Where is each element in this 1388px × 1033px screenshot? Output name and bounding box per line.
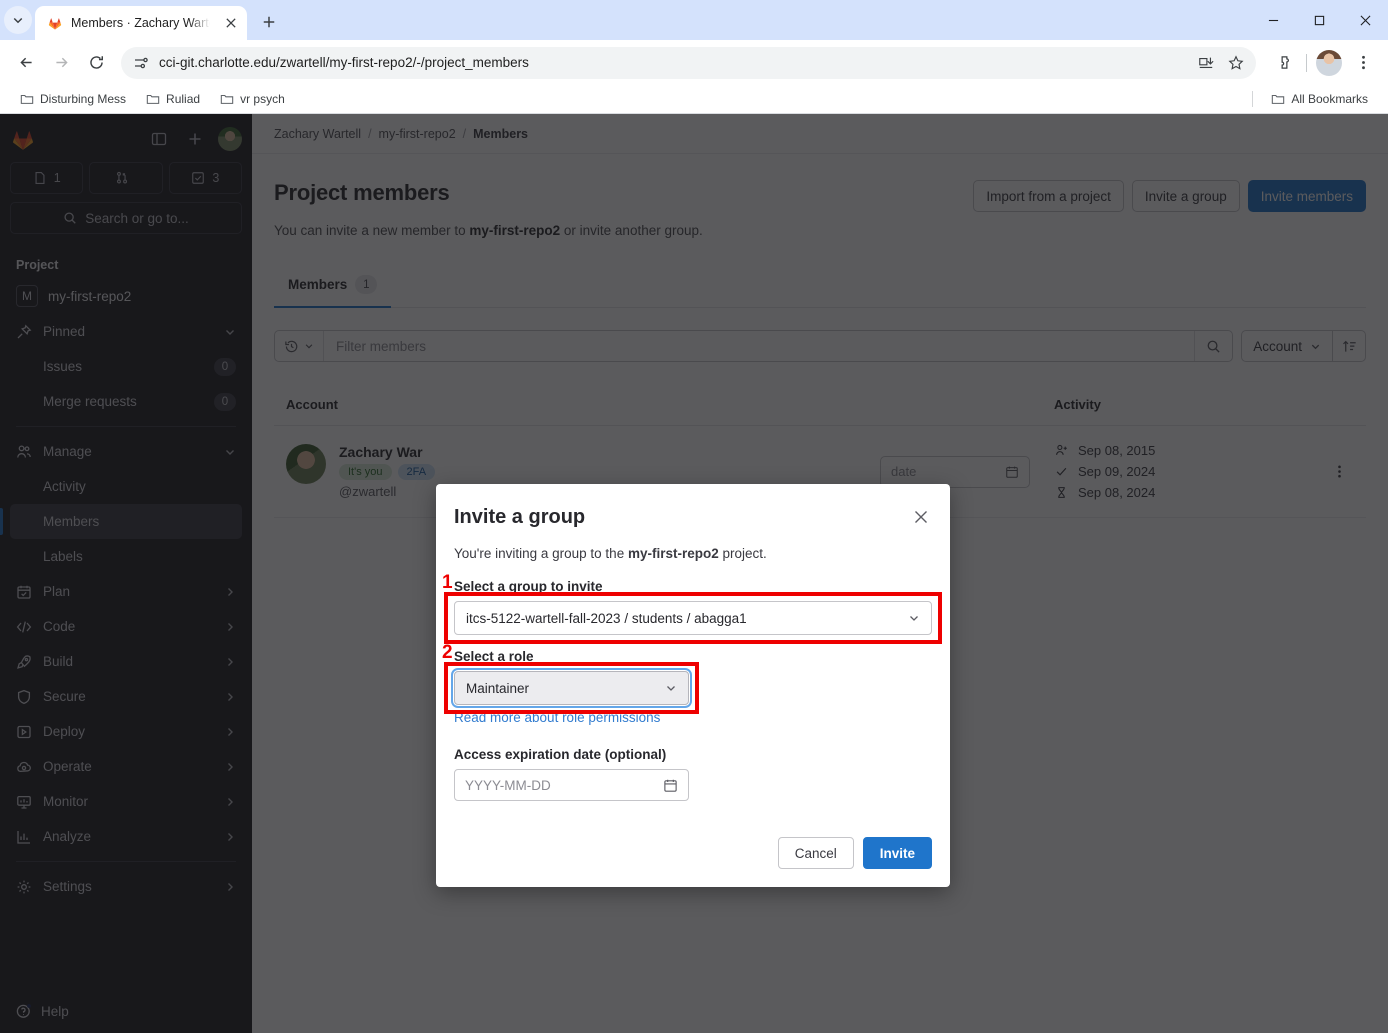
tab-search-button[interactable] — [4, 6, 32, 34]
invite-group-modal: Invite a group You're inviting a group t… — [436, 484, 950, 887]
select-group-dropdown[interactable]: itcs-5122-wartell-fall-2023 / students /… — [454, 601, 932, 635]
bookmark-label: vr psych — [240, 92, 285, 106]
install-app-icon[interactable] — [1192, 49, 1220, 77]
profile-avatar[interactable] — [1314, 48, 1344, 78]
close-window-button[interactable] — [1342, 0, 1388, 40]
close-icon[interactable] — [910, 506, 932, 528]
all-bookmarks-button[interactable]: All Bookmarks — [1263, 88, 1376, 110]
gitlab-favicon — [48, 18, 62, 30]
select-group-label: Select a group to invite — [454, 579, 603, 594]
select-group-value: itcs-5122-wartell-fall-2023 / students /… — [466, 610, 747, 626]
bookmark-item[interactable]: Ruliad — [138, 88, 208, 110]
browser-menu-icon[interactable] — [1348, 48, 1378, 78]
app-viewport: 1 3 Search o — [0, 114, 1388, 1033]
select-role-label: Select a role — [454, 649, 534, 664]
bookmark-label: Disturbing Mess — [40, 92, 127, 106]
minimize-button[interactable] — [1250, 0, 1296, 40]
forward-button[interactable] — [45, 47, 77, 79]
all-bookmarks-label: All Bookmarks — [1291, 92, 1368, 106]
annotation-number-1: 1 — [442, 572, 453, 593]
chevron-down-icon — [667, 686, 675, 691]
extensions-icon[interactable] — [1269, 48, 1299, 78]
folder-icon — [1272, 94, 1285, 104]
bookmarks-divider — [1252, 91, 1254, 107]
cancel-button[interactable]: Cancel — [777, 837, 854, 869]
modal-description-project: my-first-repo2 — [627, 546, 719, 561]
modal-description: You're inviting a group to the my-first-… — [454, 546, 932, 561]
back-button[interactable] — [10, 47, 42, 79]
bookmarks-bar: Disturbing Mess Ruliad vr psych All Book… — [0, 85, 1388, 114]
modal-description-post: project. — [718, 546, 767, 561]
bookmark-item[interactable]: vr psych — [212, 88, 293, 110]
window-controls — [1250, 0, 1388, 40]
read-more-role-permissions-link[interactable]: Read more about role permissions — [454, 710, 932, 725]
annotation-number-2: 2 — [442, 642, 453, 663]
browser-toolbar: cci-git.charlotte.edu/zwartell/my-first-… — [0, 40, 1388, 85]
new-tab-button[interactable] — [255, 8, 283, 36]
address-bar[interactable]: cci-git.charlotte.edu/zwartell/my-first-… — [121, 46, 1256, 79]
maximize-button[interactable] — [1296, 0, 1342, 40]
reload-button[interactable] — [80, 47, 112, 79]
access-expiration-input[interactable]: YYYY-MM-DD — [454, 769, 689, 801]
tab-close-button[interactable] — [221, 13, 241, 33]
select-role-value: Maintainer — [466, 680, 530, 696]
calendar-icon[interactable] — [663, 778, 678, 793]
bookmark-item[interactable]: Disturbing Mess — [12, 88, 134, 110]
invite-button[interactable]: Invite — [862, 837, 932, 869]
browser-tab-strip: Members · Zachary Wartell / my — [0, 0, 1388, 40]
browser-tab-title: Members · Zachary Wartell / my — [71, 16, 213, 30]
bookmark-label: Ruliad — [166, 92, 201, 106]
select-role-dropdown[interactable]: Maintainer — [451, 668, 692, 708]
modal-description-pre: You're inviting a group to the — [454, 546, 628, 561]
bookmark-star-icon[interactable] — [1222, 49, 1250, 77]
url-text: cci-git.charlotte.edu/zwartell/my-first-… — [159, 55, 529, 70]
access-expiration-label: Access expiration date (optional) — [454, 747, 667, 762]
modal-title: Invite a group — [454, 506, 586, 528]
folder-icon — [20, 94, 34, 104]
access-expiration-placeholder: YYYY-MM-DD — [465, 777, 551, 793]
folder-icon — [146, 94, 160, 104]
chevron-down-icon — [910, 616, 918, 621]
site-settings-icon[interactable] — [133, 55, 149, 71]
folder-icon — [220, 94, 234, 104]
browser-tab[interactable]: Members · Zachary Wartell / my — [35, 6, 247, 40]
toolbar-divider — [1306, 53, 1307, 72]
